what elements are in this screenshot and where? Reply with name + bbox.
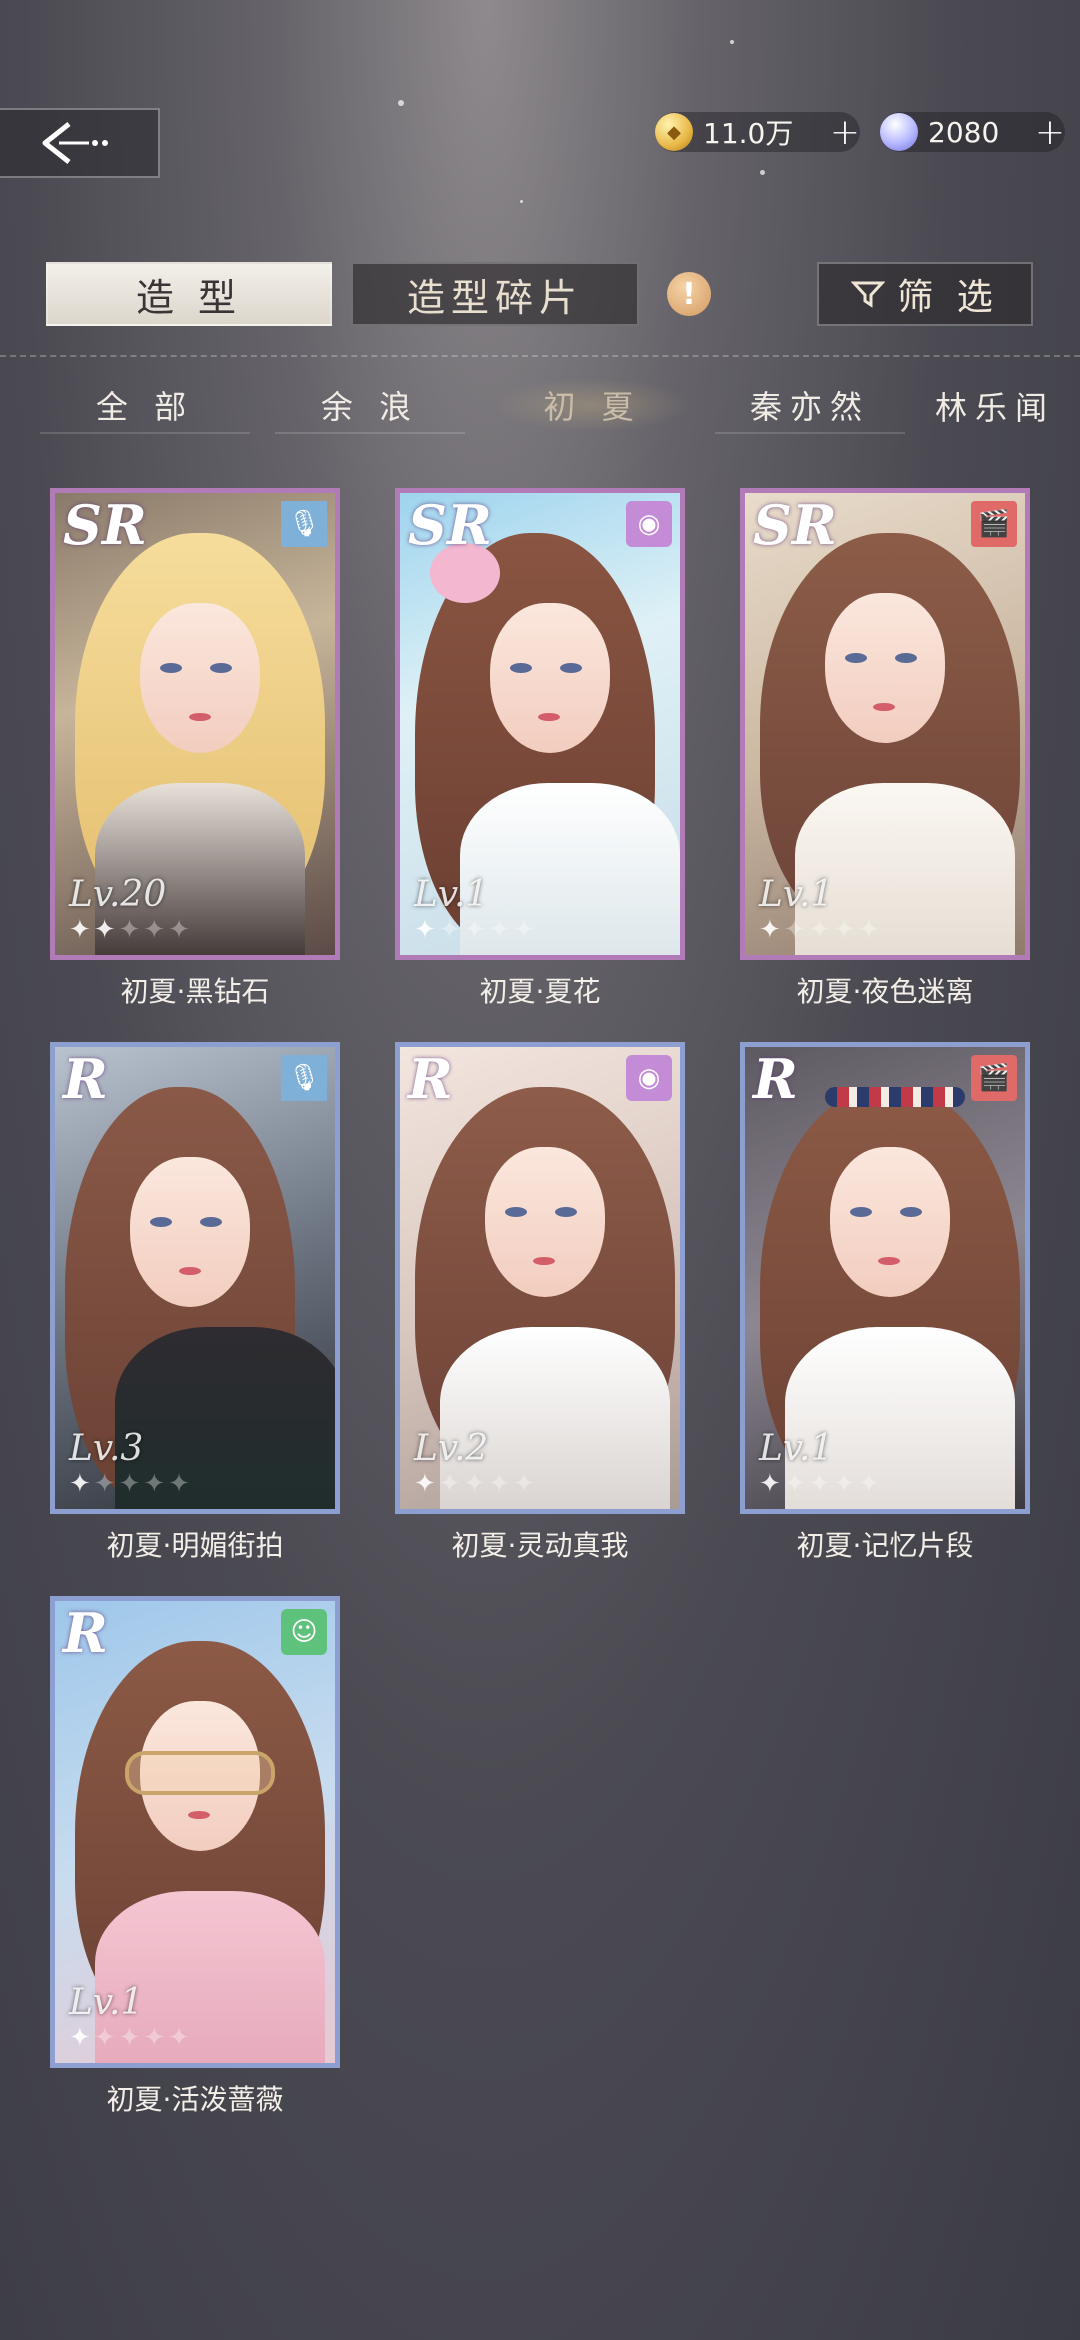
- level-label: Lv.1: [759, 1428, 834, 1469]
- char-tab-all[interactable]: 全 部: [40, 378, 250, 434]
- card-name: 初夏·夏花: [479, 975, 601, 1008]
- char-tab-label: 秦亦然: [749, 388, 870, 426]
- coin-icon: ◆: [655, 113, 693, 151]
- level-label: Lv.20: [69, 874, 167, 915]
- level-label: Lv.1: [414, 874, 489, 915]
- diamond-amount: 2080: [928, 115, 1000, 149]
- card-frame: R ◉ Lv.2 ✦✦✦✦✦: [395, 1042, 685, 1514]
- level-label: Lv.1: [759, 874, 834, 915]
- char-tab-qinyiran[interactable]: 秦亦然: [715, 378, 905, 434]
- level-label: Lv.3: [69, 1428, 144, 1469]
- add-diamond-button[interactable]: +: [1035, 112, 1065, 153]
- star-rating: ✦✦✦✦✦: [69, 915, 193, 945]
- sparkle: [730, 40, 734, 44]
- char-tab-label: 初 夏: [543, 388, 642, 426]
- char-tab-label: 余 浪: [320, 388, 420, 426]
- level-label: Lv.2: [414, 1428, 489, 1469]
- filter-label: 筛 选: [897, 277, 999, 318]
- camera-lens-icon: ◉: [626, 1055, 672, 1101]
- char-tab-yulang[interactable]: 余 浪: [275, 378, 465, 434]
- card-name: 初夏·夜色迷离: [796, 975, 974, 1008]
- star-rating: ✦✦✦✦✦: [759, 915, 883, 945]
- star-rating: ✦✦✦✦✦: [69, 2023, 193, 2053]
- card-frame: SR 🎙 Lv.20 ✦✦✦✦✦: [50, 488, 340, 960]
- card-name: 初夏·活泼蔷薇: [106, 2083, 284, 2116]
- back-arrow-icon: [42, 122, 108, 164]
- microphone-icon: 🎙: [281, 1055, 327, 1101]
- divider: [0, 355, 1080, 357]
- card-name: 初夏·黑钻石: [120, 975, 270, 1008]
- card-name: 初夏·灵动真我: [451, 1529, 629, 1562]
- filter-icon: [851, 281, 886, 308]
- back-button[interactable]: [0, 108, 160, 178]
- card-frame: SR 🎬 Lv.1 ✦✦✦✦✦: [740, 488, 1030, 960]
- char-tab-label: 全 部: [95, 388, 195, 426]
- char-tab-chuxia[interactable]: 初 夏: [495, 378, 690, 434]
- card-frame: R ☺ Lv.1 ✦✦✦✦✦: [50, 1596, 340, 2068]
- tab-styling[interactable]: 造 型: [46, 262, 332, 326]
- rarity-label: R: [753, 1047, 798, 1111]
- diamond-currency: 2080 +: [880, 112, 1065, 153]
- add-gold-button[interactable]: +: [830, 112, 860, 153]
- rarity-label: SR: [408, 493, 492, 557]
- gold-amount: 11.0万: [703, 117, 794, 150]
- costume-card[interactable]: SR ◉ Lv.1 ✦✦✦✦✦ 初夏·夏花: [395, 488, 685, 1010]
- tab-fragments[interactable]: 造型碎片: [351, 262, 639, 326]
- star-rating: ✦✦✦✦✦: [759, 1469, 883, 1499]
- card-frame: R 🎬 Lv.1 ✦✦✦✦✦: [740, 1042, 1030, 1514]
- costume-card[interactable]: R ◉ Lv.2 ✦✦✦✦✦ 初夏·灵动真我: [395, 1042, 685, 1564]
- char-tab-label: 林乐闻: [935, 389, 1056, 427]
- rarity-label: R: [408, 1047, 453, 1111]
- clapperboard-icon: 🎬: [971, 1055, 1017, 1101]
- star-rating: ✦✦✦✦✦: [414, 915, 538, 945]
- filter-button[interactable]: 筛 选: [817, 262, 1033, 326]
- diamond-icon: [880, 113, 918, 151]
- card-frame: R 🎙 Lv.3 ✦✦✦✦✦: [50, 1042, 340, 1514]
- alert-icon[interactable]: !: [667, 272, 711, 316]
- star-rating: ✦✦✦✦✦: [69, 1469, 193, 1499]
- rarity-label: SR: [63, 493, 147, 557]
- tab-fragments-label: 造型碎片: [406, 275, 583, 320]
- costume-card[interactable]: R 🎬 Lv.1 ✦✦✦✦✦ 初夏·记忆片段: [740, 1042, 1030, 1564]
- sparkle: [398, 100, 404, 106]
- costume-card[interactable]: SR 🎬 Lv.1 ✦✦✦✦✦ 初夏·夜色迷离: [740, 488, 1030, 1010]
- sparkle: [760, 170, 765, 175]
- tab-styling-label: 造 型: [135, 275, 243, 320]
- sparkle: [520, 200, 523, 203]
- rarity-label: R: [63, 1601, 108, 1665]
- star-rating: ✦✦✦✦✦: [414, 1469, 538, 1499]
- microphone-icon: 🎙: [281, 501, 327, 547]
- costume-card[interactable]: SR 🎙 Lv.20 ✦✦✦✦✦ 初夏·黑钻石: [50, 488, 340, 1010]
- gold-currency: ◆ 11.0万 +: [655, 112, 860, 153]
- rarity-label: SR: [753, 493, 837, 557]
- rarity-label: R: [63, 1047, 108, 1111]
- card-name: 初夏·记忆片段: [796, 1529, 974, 1562]
- costume-card[interactable]: R 🎙 Lv.3 ✦✦✦✦✦ 初夏·明媚街拍: [50, 1042, 340, 1564]
- camera-lens-icon: ◉: [626, 501, 672, 547]
- clapperboard-icon: 🎬: [971, 501, 1017, 547]
- level-label: Lv.1: [69, 1982, 144, 2023]
- card-name: 初夏·明媚街拍: [106, 1529, 284, 1562]
- smiley-icon: ☺: [281, 1609, 327, 1655]
- card-frame: SR ◉ Lv.1 ✦✦✦✦✦: [395, 488, 685, 960]
- costume-card[interactable]: R ☺ Lv.1 ✦✦✦✦✦ 初夏·活泼蔷薇: [50, 1596, 340, 2118]
- char-tab-linlewen[interactable]: 林乐闻: [935, 378, 1080, 434]
